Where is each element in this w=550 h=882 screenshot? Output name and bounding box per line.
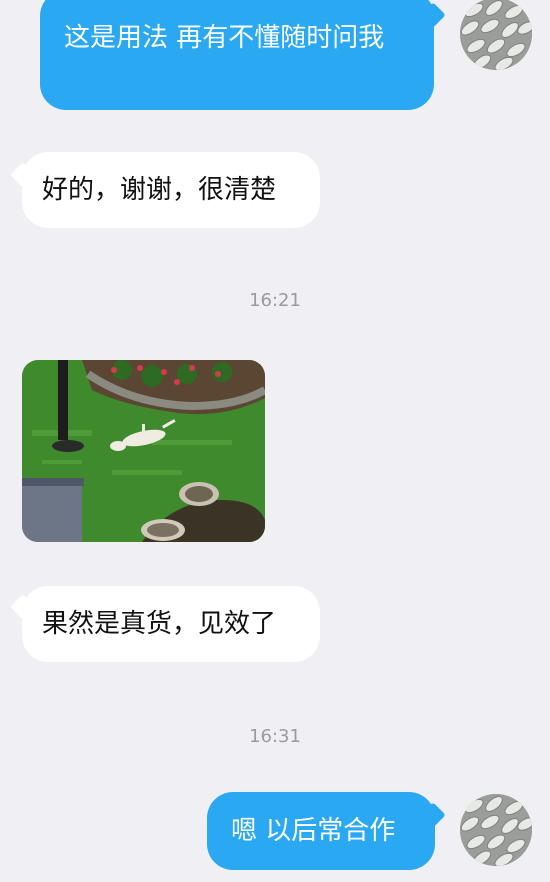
avatar[interactable]	[460, 0, 532, 70]
timestamp: 16:21	[249, 290, 301, 311]
timestamp: 16:31	[249, 726, 301, 747]
garden-cat-photo-icon	[22, 360, 265, 542]
message-text: 这是用法 再有不懂随时问我	[64, 23, 385, 53]
message-bubble-incoming[interactable]: 好的，谢谢，很清楚	[22, 152, 320, 228]
message-bubble-incoming[interactable]: 果然是真货，见效了	[22, 586, 320, 662]
avatar[interactable]	[460, 794, 532, 866]
message-text: 果然是真货，见效了	[42, 609, 277, 639]
photo-message[interactable]	[22, 360, 265, 542]
message-bubble-outgoing[interactable]: 嗯 以后常合作	[207, 792, 435, 870]
message-bubble-outgoing[interactable]: 这是用法 再有不懂随时问我	[40, 0, 434, 110]
message-text: 嗯 以后常合作	[231, 816, 396, 846]
message-text: 好的，谢谢，很清楚	[42, 175, 277, 205]
